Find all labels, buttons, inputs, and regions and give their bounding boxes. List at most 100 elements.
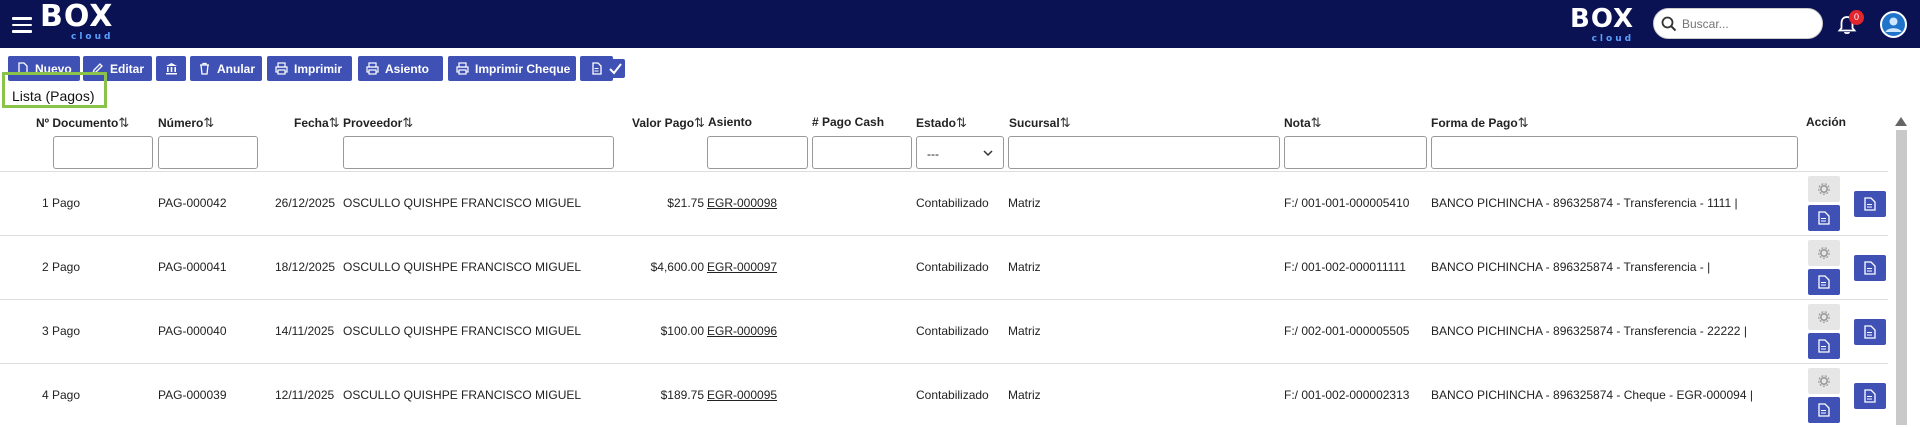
- scroll-up-arrow[interactable]: [1895, 117, 1907, 126]
- pdf-file-icon: [1864, 325, 1876, 339]
- document-button[interactable]: [1808, 269, 1840, 295]
- list-title: Lista (Pagos): [12, 88, 95, 104]
- cell-forma-pago: BANCO PICHINCHA - 896325874 - Transferen…: [1431, 196, 1738, 210]
- gear-icon: [1818, 375, 1830, 387]
- cell-nota: F:/ 002-001-000005505: [1284, 324, 1410, 338]
- pdf-file-icon: [1864, 261, 1876, 275]
- table-row[interactable]: 4 Pago PAG-000039 12/11/2025 OSCULLO QUI…: [0, 363, 1888, 427]
- filter-estado-select[interactable]: ---: [916, 136, 1004, 169]
- bank-button[interactable]: [156, 56, 186, 81]
- cell-nota: F:/ 001-001-000005410: [1284, 196, 1410, 210]
- cell-valor: $100.00: [660, 324, 704, 338]
- user-avatar[interactable]: [1880, 11, 1907, 38]
- filter-proveedor-input[interactable]: [343, 136, 614, 169]
- search-input[interactable]: [1682, 15, 1812, 33]
- cell-forma-pago: BANCO PICHINCHA - 896325874 - Cheque - E…: [1431, 388, 1753, 402]
- print-button[interactable]: Imprimir: [267, 56, 352, 81]
- column-header-sucursal[interactable]: Sucursal⇅: [1009, 115, 1071, 131]
- sort-icon[interactable]: ⇅: [203, 115, 214, 130]
- cell-sucursal: Matriz: [1008, 196, 1041, 210]
- sort-icon[interactable]: ⇅: [1060, 115, 1071, 130]
- settings-button[interactable]: [1808, 240, 1840, 266]
- chevron-down-icon: [983, 150, 993, 157]
- filter-pago-cash-input[interactable]: [812, 136, 912, 169]
- column-header-forma-pago[interactable]: Forma de Pago⇅: [1431, 115, 1529, 131]
- cell-proveedor: OSCULLO QUISHPE FRANCISCO MIGUEL: [343, 260, 582, 274]
- cell-sucursal: Matriz: [1008, 388, 1041, 402]
- sort-icon[interactable]: ⇅: [1518, 115, 1529, 130]
- filter-forma-pago-input[interactable]: [1431, 136, 1798, 169]
- sort-icon[interactable]: ⇅: [118, 115, 129, 130]
- sort-icon[interactable]: ⇅: [956, 115, 967, 130]
- printer-icon: [275, 62, 288, 75]
- print-check-button[interactable]: Imprimir Cheque: [448, 56, 576, 81]
- cell-forma-pago: BANCO PICHINCHA - 896325874 - Transferen…: [1431, 260, 1711, 274]
- cell-estado: Contabilizado: [916, 260, 989, 274]
- asiento-link[interactable]: EGR-000096: [707, 324, 777, 338]
- document-button[interactable]: [1808, 205, 1840, 231]
- cancel-button[interactable]: Anular: [190, 56, 262, 81]
- select-checkbox[interactable]: [606, 59, 625, 78]
- table-row[interactable]: 1 Pago PAG-000042 26/12/2025 OSCULLO QUI…: [0, 171, 1888, 235]
- scrollbar[interactable]: [1896, 130, 1907, 425]
- document-icon: [1818, 403, 1830, 417]
- cell-valor: $189.75: [660, 388, 704, 402]
- check-icon: [609, 63, 622, 75]
- column-header-accion: Acción: [1806, 115, 1847, 129]
- cell-proveedor: OSCULLO QUISHPE FRANCISCO MIGUEL: [343, 388, 582, 402]
- column-header-documento[interactable]: Nº Documento⇅: [36, 115, 129, 131]
- filter-numero-input[interactable]: [158, 136, 258, 169]
- cell-fecha: 14/11/2025: [275, 324, 335, 338]
- document-button[interactable]: [1808, 333, 1840, 359]
- sort-icon[interactable]: ⇅: [1311, 115, 1322, 130]
- logo[interactable]: BOX cloud: [40, 2, 113, 43]
- filter-documento-input[interactable]: [53, 136, 153, 169]
- asiento-link[interactable]: EGR-000095: [707, 388, 777, 402]
- column-header-valor[interactable]: Valor Pago⇅: [632, 115, 705, 131]
- pdf-file-icon: [1864, 389, 1876, 403]
- table-row[interactable]: 2 Pago PAG-000041 18/12/2025 OSCULLO QUI…: [0, 235, 1888, 299]
- cell-estado: Contabilizado: [916, 388, 989, 402]
- logo-secondary: BOX cloud: [1570, 4, 1635, 44]
- document-icon: [1818, 339, 1830, 353]
- asiento-link[interactable]: EGR-000097: [707, 260, 777, 274]
- gear-icon: [1818, 247, 1830, 259]
- filter-asiento-input[interactable]: [707, 136, 808, 169]
- cell-forma-pago: BANCO PICHINCHA - 896325874 - Transferen…: [1431, 324, 1747, 338]
- pdf-button[interactable]: [1854, 191, 1886, 217]
- cell-valor: $21.75: [667, 196, 704, 210]
- column-header-nota[interactable]: Nota⇅: [1284, 115, 1322, 131]
- cell-numero: PAG-000042: [158, 196, 227, 210]
- column-header-estado[interactable]: Estado⇅: [916, 115, 967, 131]
- pdf-button[interactable]: [1854, 319, 1886, 345]
- column-header-proveedor[interactable]: Proveedor⇅: [343, 115, 413, 131]
- document-button[interactable]: [1808, 397, 1840, 423]
- sort-icon[interactable]: ⇅: [694, 115, 705, 130]
- table-row[interactable]: 3 Pago PAG-000040 14/11/2025 OSCULLO QUI…: [0, 299, 1888, 363]
- sort-icon[interactable]: ⇅: [329, 115, 340, 130]
- document-icon: [1818, 211, 1830, 225]
- user-icon: [1885, 17, 1902, 32]
- column-header-fecha[interactable]: Fecha⇅: [294, 115, 340, 131]
- column-header-asiento: Asiento: [708, 115, 753, 129]
- settings-button[interactable]: [1808, 368, 1840, 394]
- search-box[interactable]: [1653, 8, 1823, 39]
- settings-button[interactable]: [1808, 304, 1840, 330]
- top-bar: BOX cloud BOX cloud 0: [0, 0, 1920, 48]
- cell-documento: 4 Pago: [42, 388, 81, 402]
- column-header-numero[interactable]: Número⇅: [158, 115, 214, 131]
- sort-icon[interactable]: ⇅: [402, 115, 413, 130]
- pdf-button[interactable]: [1854, 383, 1886, 409]
- settings-button[interactable]: [1808, 176, 1840, 202]
- asiento-link[interactable]: EGR-000098: [707, 196, 777, 210]
- pdf-button[interactable]: [1854, 255, 1886, 281]
- cell-proveedor: OSCULLO QUISHPE FRANCISCO MIGUEL: [343, 324, 582, 338]
- cell-numero: PAG-000039: [158, 388, 227, 402]
- filter-nota-input[interactable]: [1284, 136, 1427, 169]
- filter-sucursal-input[interactable]: [1008, 136, 1280, 169]
- print-entry-button[interactable]: Asiento: [358, 56, 443, 81]
- column-header-pago-cash: # Pago Cash: [812, 115, 885, 129]
- cell-documento: 2 Pago: [42, 260, 81, 274]
- gear-icon: [1818, 311, 1830, 323]
- menu-icon[interactable]: [12, 17, 32, 33]
